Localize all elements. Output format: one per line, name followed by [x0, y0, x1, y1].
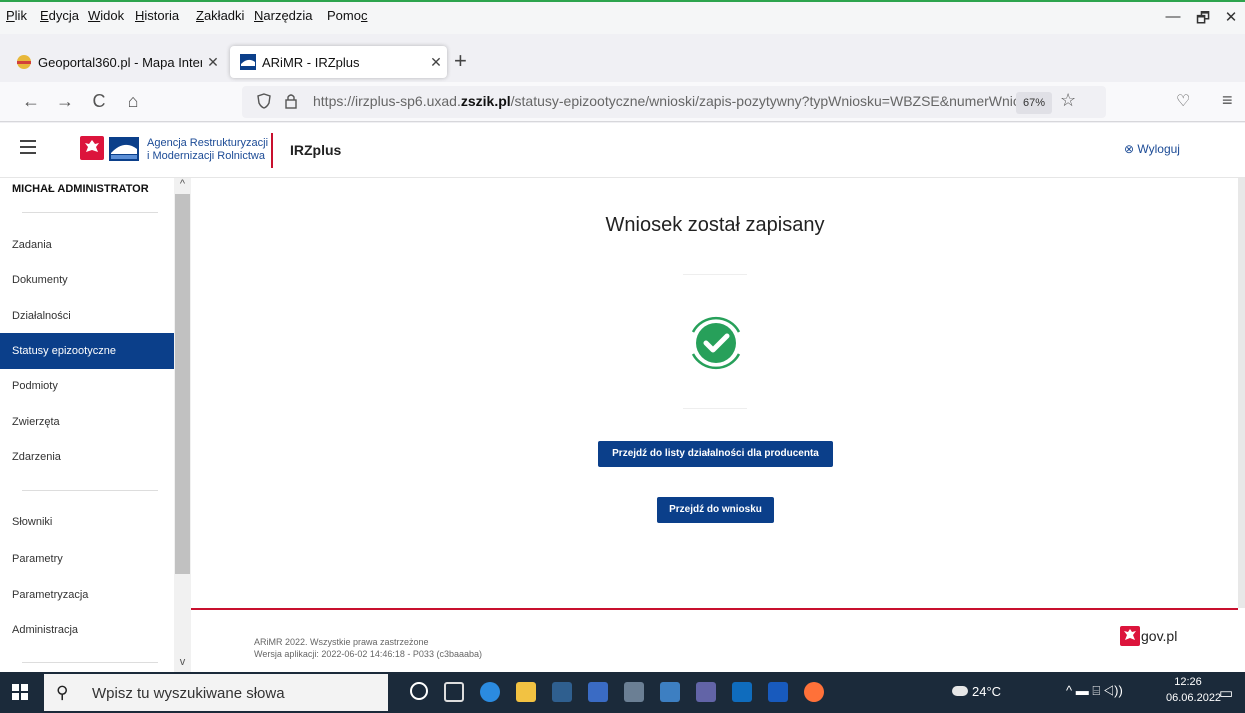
gov-emblem-icon[interactable] — [1120, 626, 1140, 646]
sidebar-item[interactable]: Działalności — [0, 298, 174, 334]
url-text[interactable]: https://irzplus-sp6.uxad.zszik.pl/status… — [313, 93, 1021, 109]
shield-icon[interactable] — [256, 93, 272, 109]
app-icon[interactable] — [660, 682, 680, 702]
success-check-icon — [683, 310, 749, 376]
menu-item[interactable]: Historia — [135, 8, 179, 23]
sidebar-divider — [22, 490, 158, 491]
arimr-icon — [240, 54, 256, 70]
divider — [683, 274, 747, 275]
scroll-up-icon[interactable]: ^ — [175, 178, 190, 190]
lock-icon[interactable] — [284, 93, 298, 109]
search-icon: ⚲ — [56, 683, 69, 702]
cortana-icon[interactable] — [410, 682, 428, 700]
sidebar-item[interactable]: Administracja — [0, 612, 174, 648]
new-tab-button[interactable]: + — [454, 48, 467, 74]
menu-item[interactable]: Pomoc — [327, 8, 367, 23]
sidebar-item[interactable]: Parametryzacja — [0, 577, 174, 613]
sidebar-scroll-thumb[interactable] — [175, 194, 190, 574]
notification-icon[interactable]: ▭ — [1219, 684, 1233, 702]
tab-title: ARiMR - IRZplus — [262, 54, 360, 70]
bookmark-star-icon[interactable]: ☆ — [1060, 90, 1076, 111]
app-icon[interactable] — [624, 682, 644, 702]
menu-bar — [0, 0, 1245, 34]
restore-button[interactable]: 🗗 — [1188, 8, 1218, 33]
tab-geoportal[interactable]: Geoportal360.pl - Mapa Interak ✕ — [6, 46, 224, 78]
sidebar-item[interactable]: Słowniki — [0, 504, 174, 540]
file-explorer-icon[interactable] — [516, 682, 536, 702]
menu-item[interactable]: Plik — [6, 8, 27, 23]
menu-item[interactable]: Narzędzia — [254, 8, 313, 23]
polish-eagle-emblem-icon — [80, 136, 104, 160]
close-icon[interactable]: ✕ — [202, 54, 224, 71]
back-icon[interactable]: ← — [18, 87, 44, 115]
clock-date[interactable]: 06.06.2022 — [1166, 692, 1221, 704]
app-name: IRZplus — [290, 142, 342, 158]
menu-item[interactable]: Edycja — [40, 8, 79, 23]
page-title: Wniosek został zapisany — [605, 214, 825, 236]
search-placeholder[interactable]: Wpisz tu wyszukiwane słowa — [92, 685, 285, 702]
logout-button[interactable]: ⊗ Wyloguj — [1124, 142, 1180, 156]
close-icon[interactable]: ✕ — [425, 54, 447, 71]
sidebar-item[interactable]: Zwierzęta — [0, 404, 174, 440]
main-scrollbar[interactable] — [1238, 178, 1245, 608]
word-icon[interactable] — [768, 682, 788, 702]
app-icon[interactable] — [588, 682, 608, 702]
sidebar-divider — [22, 212, 158, 213]
hamburger-menu-icon[interactable] — [20, 140, 36, 154]
agency-name-line1: Agencja Restrukturyzacji — [147, 137, 269, 149]
cloud-icon — [952, 686, 968, 696]
minimize-button[interactable]: — — [1158, 8, 1188, 25]
geoportal-icon — [16, 54, 32, 70]
sidebar-item[interactable]: Statusy epizootyczne — [0, 333, 174, 369]
agency-name-line2: i Modernizacji Rolnictwa — [147, 150, 265, 162]
reload-icon[interactable]: C — [86, 87, 112, 115]
sidebar-divider — [22, 662, 158, 663]
footer-divider — [191, 608, 1238, 610]
footer-copyright: ARiMR 2022. Wszystkie prawa zastrzeżone — [254, 637, 429, 647]
sidebar-item[interactable]: Parametry — [0, 541, 174, 577]
sidebar-item[interactable]: Zdarzenia — [0, 439, 174, 475]
outlook-icon[interactable] — [732, 682, 752, 702]
header-divider — [271, 133, 273, 168]
tab-title: Geoportal360.pl - Mapa Interak — [38, 54, 202, 70]
main-content — [191, 178, 1245, 672]
edge-icon[interactable] — [480, 682, 500, 702]
windows-start-icon[interactable] — [12, 684, 28, 700]
firefox-icon[interactable] — [804, 682, 824, 702]
sidebar-item[interactable]: Dokumenty — [0, 262, 174, 298]
go-to-activities-list-button[interactable]: Przejdź do listy działalności dla produc… — [598, 441, 833, 467]
forward-icon[interactable]: → — [52, 87, 78, 115]
menu-item[interactable]: Zakładki — [196, 8, 244, 23]
close-window-button[interactable]: ✕ — [1216, 8, 1245, 26]
arimr-logo — [109, 137, 139, 161]
tab-irzplus[interactable]: ARiMR - IRZplus ✕ — [230, 46, 447, 78]
postgres-icon[interactable] — [552, 682, 572, 702]
task-view-icon[interactable] — [444, 682, 464, 702]
teams-icon[interactable] — [696, 682, 716, 702]
home-icon[interactable]: ⌂ — [120, 87, 146, 115]
footer-version: Wersja aplikacji: 2022-06-02 14:46:18 - … — [254, 649, 482, 659]
pocket-icon[interactable]: ♡ — [1176, 91, 1190, 111]
scroll-down-icon[interactable]: v — [175, 656, 190, 668]
weather-temperature[interactable]: 24°C — [972, 684, 1001, 699]
sidebar-item[interactable]: Zadania — [0, 227, 174, 263]
clock-time[interactable]: 12:26 — [1166, 676, 1210, 688]
user-name: MICHAŁ ADMINISTRATOR — [12, 183, 149, 195]
zoom-level[interactable]: 67% — [1016, 92, 1052, 114]
menu-icon[interactable]: ≡ — [1222, 90, 1233, 111]
go-to-application-button[interactable]: Przejdź do wniosku — [657, 497, 774, 523]
agency-name: Agencja Restrukturyzacji i Modernizacji … — [147, 137, 268, 163]
divider — [683, 408, 747, 409]
menu-item[interactable]: Widok — [88, 8, 124, 23]
system-tray[interactable]: ^ ▬ ⌸ ◁)) — [1066, 683, 1123, 699]
gov-link[interactable]: gov.pl — [1141, 628, 1177, 644]
sidebar-item[interactable]: Podmioty — [0, 368, 174, 404]
